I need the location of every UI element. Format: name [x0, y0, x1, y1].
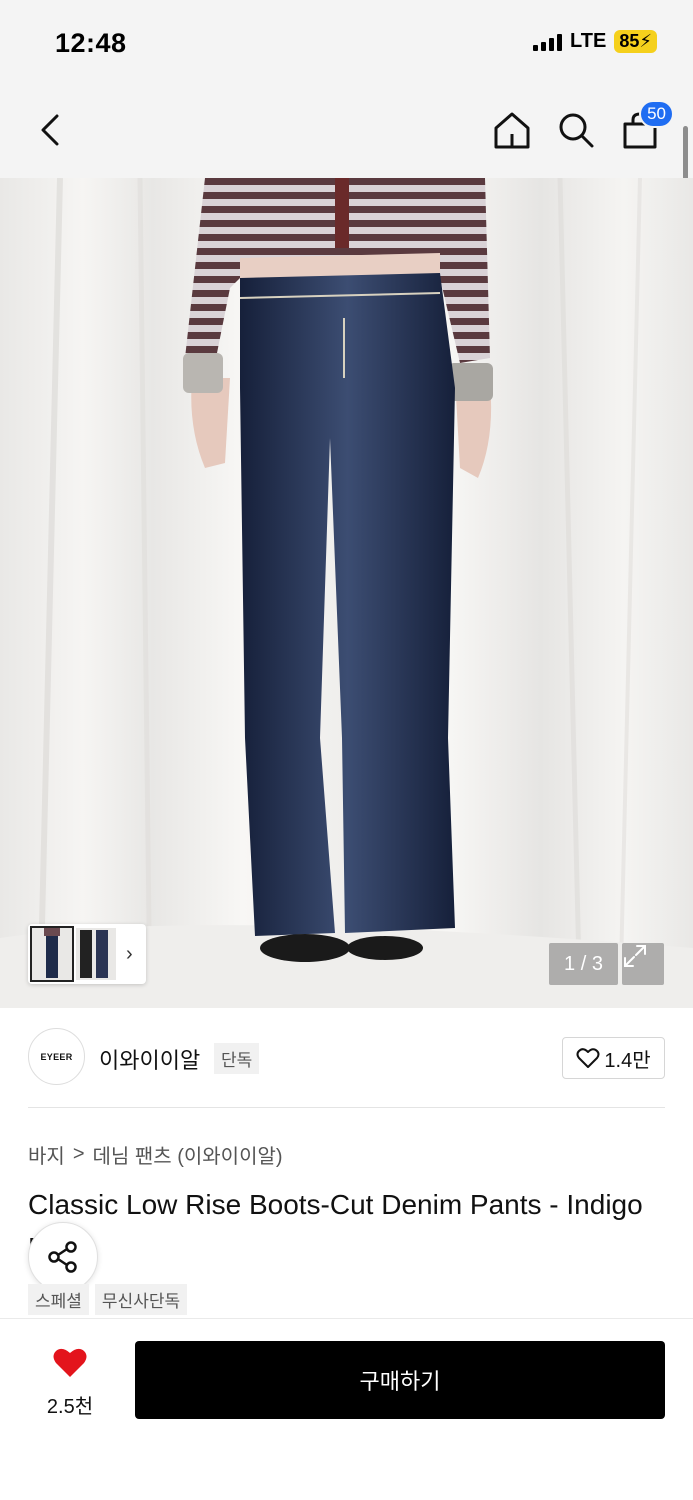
status-bar: 12:48 LTE 85⚡ [0, 0, 693, 88]
product-tags: 스페셜 무신사단독 [28, 1284, 188, 1315]
thumbnail-image[interactable] [30, 926, 74, 982]
bottom-action-bar: 2.5천 구매하기 [0, 1318, 693, 1500]
product-image-gallery[interactable]: › 1 / 3 [0, 178, 693, 1008]
brand-logo[interactable]: EYEER [28, 1028, 85, 1085]
product-tag: 무신사단독 [94, 1284, 188, 1315]
breadcrumb-subcategory[interactable]: 데님 팬츠 (이와이이알) [93, 1140, 283, 1169]
share-icon [48, 1241, 77, 1273]
cart-button[interactable]: 50 [618, 100, 674, 152]
search-button[interactable] [554, 108, 598, 152]
status-time: 12:48 [55, 28, 127, 58]
product-tag: 스페셜 [28, 1284, 89, 1315]
cart-count-badge: 50 [639, 100, 674, 128]
thumbnail-image[interactable] [76, 928, 116, 980]
wishlist-count: 2.5천 [46, 1396, 94, 1418]
brand-name[interactable]: 이와이이알 [99, 1043, 200, 1075]
breadcrumb-category[interactable]: 바지 [28, 1140, 65, 1169]
buy-button[interactable]: 구매하기 [135, 1341, 665, 1419]
battery-icon: 85⚡ [614, 30, 657, 53]
back-button[interactable] [28, 108, 72, 152]
image-page-counter: 1 / 3 [549, 943, 618, 985]
signal-icon [533, 33, 563, 51]
home-icon [494, 112, 530, 149]
wishlist-button[interactable]: 2.5천 [34, 1347, 106, 1419]
brand-row[interactable]: EYEER 이와이이알 단독 1.4만 [28, 1028, 665, 1086]
status-indicators: LTE 85⚡ [533, 30, 657, 53]
product-photo [0, 178, 693, 1008]
divider [28, 1107, 665, 1108]
breadcrumb-separator: > [72, 1143, 85, 1165]
heart-filled-icon [53, 1348, 87, 1377]
brand-like-count: 1.4만 [604, 1049, 651, 1072]
breadcrumb: 바지 > 데님 팬츠 (이와이이알) [28, 1140, 283, 1169]
share-button[interactable] [28, 1222, 98, 1292]
battery-level: 85 [619, 31, 640, 51]
network-label: LTE [570, 30, 607, 52]
chevron-right-icon[interactable]: › [126, 943, 133, 966]
brand-like-button[interactable]: 1.4만 [562, 1037, 665, 1079]
home-button[interactable] [490, 108, 534, 152]
thumbnail-strip[interactable]: › [28, 924, 146, 984]
heart-outline-icon [576, 1048, 600, 1068]
expand-button[interactable] [622, 943, 664, 985]
chevron-left-icon [41, 114, 59, 146]
search-icon [559, 113, 594, 148]
expand-icon [624, 945, 646, 967]
product-title: Classic Low Rise Boots-Cut Denim Pants -… [28, 1189, 643, 1263]
brand-exclusive-badge: 단독 [214, 1043, 260, 1074]
app-header: 50 [0, 88, 693, 178]
